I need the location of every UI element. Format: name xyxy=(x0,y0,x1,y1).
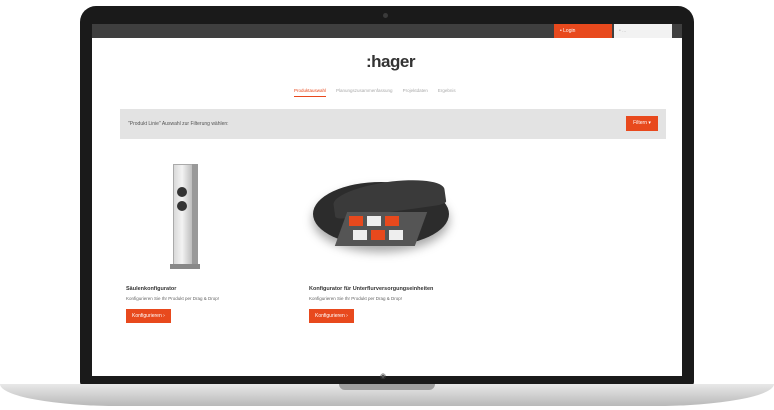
product-description: Konfigurieren Sie Ihr Produkt per Drag &… xyxy=(309,296,403,301)
top-bar: • Login • ... xyxy=(92,24,682,38)
pillar-outlet-icon[interactable] xyxy=(126,160,296,280)
laptop-frame: • Login • ... :hager Produktauswahl Plan… xyxy=(80,6,694,386)
filter-button[interactable]: Filtern ▾ xyxy=(626,116,658,131)
floor-box-icon[interactable] xyxy=(309,160,509,280)
configure-button[interactable]: Konfigurieren › xyxy=(126,309,171,323)
nav-item-projektdaten[interactable]: Projektdaten xyxy=(403,88,428,97)
product-title: Säulenkonfigurator xyxy=(126,286,177,292)
product-card: Säulenkonfigurator Konfigurieren Sie Ihr… xyxy=(126,160,296,323)
product-title: Konfigurator für Unterflurversorgungsein… xyxy=(309,286,434,292)
configure-button[interactable]: Konfigurieren › xyxy=(309,309,354,323)
bezel-label: ◉ xyxy=(380,373,387,380)
nav-item-produktauswahl[interactable]: Produktauswahl xyxy=(294,88,327,97)
screen: • Login • ... :hager Produktauswahl Plan… xyxy=(92,24,682,376)
socket-icon xyxy=(177,201,187,211)
account-field[interactable]: • ... xyxy=(614,24,672,38)
socket-icon xyxy=(177,187,187,197)
hager-logo[interactable]: :hager xyxy=(366,52,415,72)
nav-item-ergebnis[interactable]: Ergebnis xyxy=(438,88,456,97)
nav-item-planungszusammenfassung[interactable]: Planungszusammenfassung xyxy=(336,88,393,97)
laptop-notch xyxy=(339,384,435,390)
filter-label: "Produkt Linie" Auswahl zur Filterung wä… xyxy=(128,121,229,127)
camera-icon xyxy=(383,13,388,18)
filter-bar: "Produkt Linie" Auswahl zur Filterung wä… xyxy=(120,109,666,139)
product-card: Konfigurator für Unterflurversorgungsein… xyxy=(309,160,509,323)
product-description: Konfigurieren Sie Ihr Produkt per Drag &… xyxy=(126,296,220,301)
step-navigation: Produktauswahl Planungszusammenfassung P… xyxy=(294,88,456,97)
login-button[interactable]: • Login xyxy=(554,24,612,38)
